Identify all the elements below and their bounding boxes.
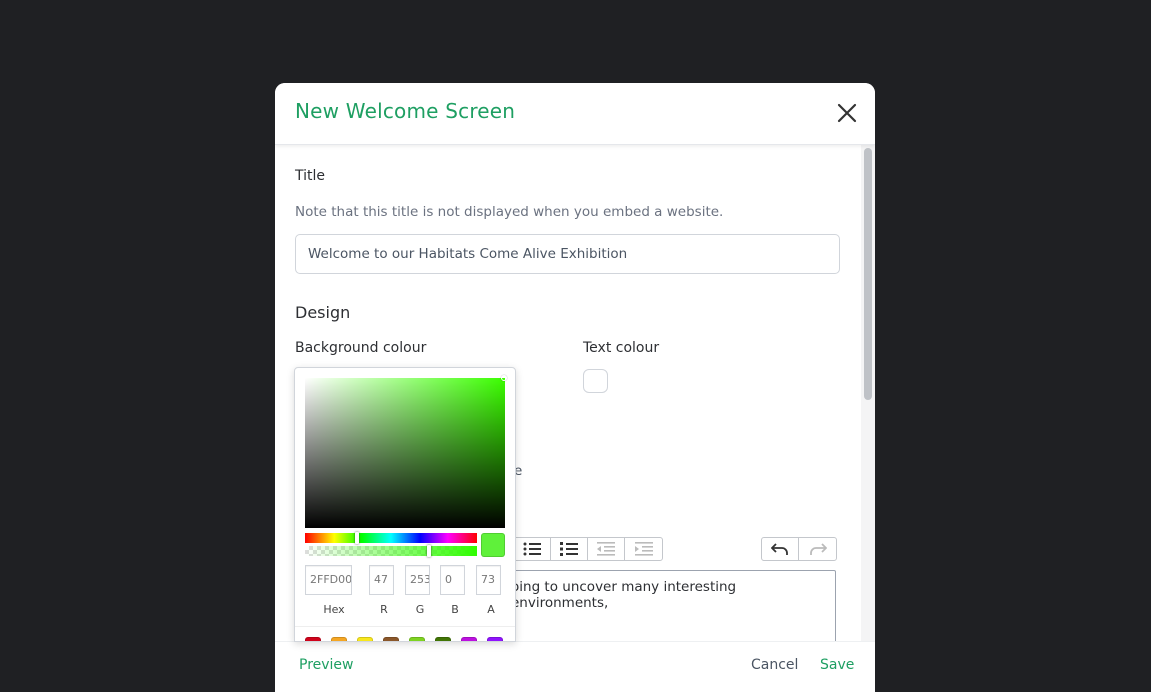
g-input[interactable]: 253 [405, 565, 430, 595]
preset-swatch[interactable] [331, 637, 347, 641]
background-colour-label: Background colour [295, 340, 427, 356]
hue-handle[interactable] [355, 532, 359, 544]
hex-label: Hex [323, 603, 345, 616]
preset-swatch[interactable] [487, 637, 503, 641]
a-input[interactable]: 73 [476, 565, 501, 595]
saturation-area[interactable] [305, 378, 505, 528]
indent-button[interactable] [625, 538, 662, 560]
colour-preview [481, 533, 505, 557]
alpha-handle[interactable] [427, 545, 431, 557]
indent-icon [634, 542, 653, 556]
scroll-thumb[interactable] [864, 148, 872, 400]
numbered-list-icon [560, 542, 578, 556]
redo-icon [809, 543, 827, 555]
saturation-handle[interactable] [501, 375, 507, 381]
design-heading: Design [295, 303, 351, 322]
title-label: Title [295, 168, 326, 184]
cancel-button[interactable]: Cancel [751, 657, 798, 673]
preset-swatch[interactable] [435, 637, 451, 641]
b-input[interactable]: 0 [440, 565, 465, 595]
list-toolbar [513, 537, 663, 561]
preview-button[interactable]: Preview [299, 657, 354, 673]
modal-scrollbar[interactable] [861, 145, 875, 641]
modal-title: New Welcome Screen [295, 99, 516, 123]
preset-swatch[interactable] [357, 637, 373, 641]
preset-swatch[interactable] [461, 637, 477, 641]
outdent-button[interactable] [588, 538, 625, 560]
hex-input[interactable]: 2FFD00 [305, 565, 352, 595]
redo-button[interactable] [799, 538, 836, 560]
r-label: R [380, 603, 388, 616]
title-note: Note that this title is not displayed wh… [295, 204, 724, 220]
a-label: A [487, 603, 495, 616]
b-label: B [451, 603, 459, 616]
modal-header: New Welcome Screen [275, 83, 875, 145]
g-label: G [415, 603, 425, 616]
preset-swatch[interactable] [383, 637, 399, 641]
text-colour-label: Text colour [583, 340, 660, 356]
close-icon[interactable] [835, 101, 859, 125]
preset-swatch[interactable] [305, 637, 321, 641]
undo-icon [771, 543, 788, 555]
bullet-list-button[interactable] [514, 538, 551, 560]
r-input[interactable]: 47 [369, 565, 394, 595]
text-colour-swatch[interactable] [583, 369, 608, 393]
bullet-list-icon [523, 542, 541, 556]
save-button[interactable]: Save [820, 657, 854, 673]
presets-divider [295, 626, 515, 627]
hue-slider[interactable] [305, 533, 477, 543]
preset-swatch[interactable] [409, 637, 425, 641]
outdent-icon [597, 542, 615, 556]
title-input[interactable]: Welcome to our Habitats Come Alive Exhib… [295, 234, 840, 274]
alpha-slider[interactable] [305, 546, 477, 556]
numbered-list-button[interactable] [551, 538, 588, 560]
undo-button[interactable] [762, 538, 799, 560]
modal-footer: Preview Cancel Save [275, 641, 875, 692]
history-toolbar [761, 537, 837, 561]
editor-text: oing to uncover many interesting environ… [511, 579, 737, 611]
colour-picker: 2FFD00 47 253 0 73 Hex R G B A [294, 367, 516, 642]
